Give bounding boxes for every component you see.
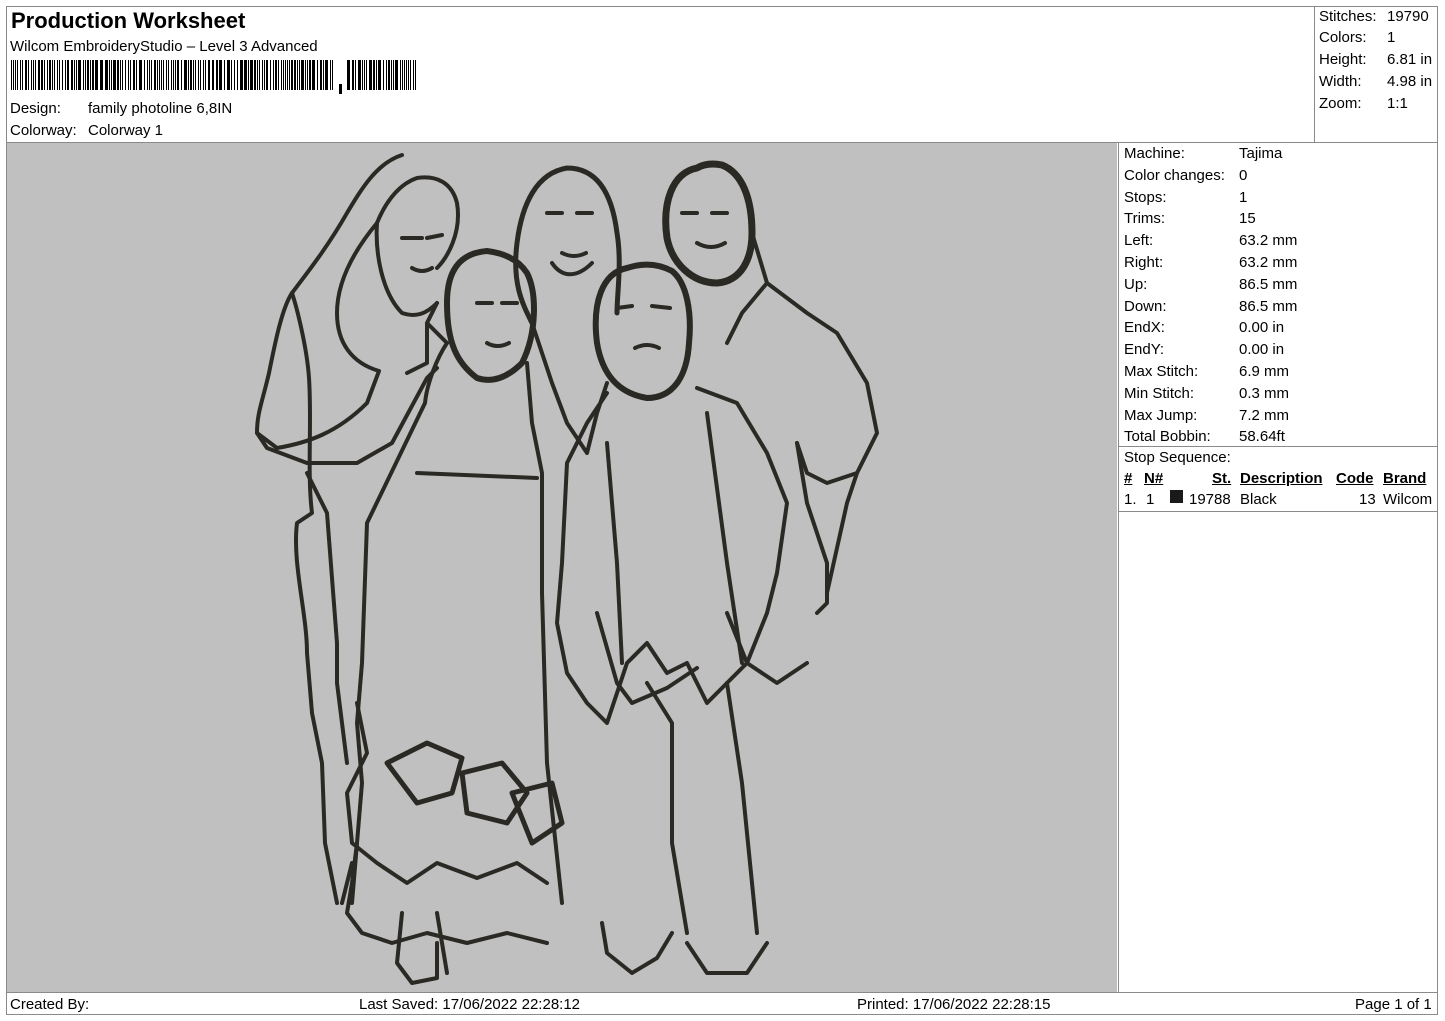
height-value: 6.81 in bbox=[1387, 51, 1433, 68]
design-preview bbox=[7, 143, 1117, 992]
up-label: Up: bbox=[1124, 275, 1148, 293]
left-value: 63.2 mm bbox=[1239, 232, 1298, 250]
endy-label: EndY: bbox=[1124, 341, 1165, 359]
max-stitch-label: Max Stitch: bbox=[1124, 363, 1199, 380]
embroidery-artwork bbox=[255, 153, 879, 985]
stitches-label: Stitches: bbox=[1319, 8, 1377, 25]
colors-label: Colors: bbox=[1319, 29, 1367, 46]
design-label: Design: bbox=[10, 100, 61, 117]
endx-value: 0.00 in bbox=[1239, 319, 1285, 337]
right-value: 63.2 mm bbox=[1239, 254, 1298, 271]
right-label: Right: bbox=[1124, 254, 1164, 271]
max-stitch-value: 6.9 mm bbox=[1239, 363, 1290, 380]
col-code: Code bbox=[1336, 470, 1374, 487]
down-label: Down: bbox=[1124, 297, 1167, 315]
created-by: Created By: bbox=[10, 996, 90, 1013]
stops-label: Stops: bbox=[1124, 188, 1167, 206]
figure-right-man bbox=[662, 160, 756, 287]
left-label: Left: bbox=[1124, 232, 1154, 250]
height-label: Height: bbox=[1319, 51, 1367, 68]
row-index: 1. bbox=[1124, 491, 1137, 508]
trims-label: Trims: bbox=[1124, 210, 1166, 228]
summary-divider bbox=[1314, 6, 1315, 143]
figure-boy bbox=[592, 261, 693, 401]
total-bobbin-value: 58.64ft bbox=[1239, 428, 1285, 446]
footer-divider bbox=[6, 992, 1438, 993]
row-stitches: 19788 bbox=[1189, 491, 1231, 508]
colorway-value: Colorway 1 bbox=[88, 122, 164, 139]
canvas-divider bbox=[1118, 142, 1119, 993]
figure-girl bbox=[444, 248, 537, 383]
thread-color-swatch bbox=[1170, 490, 1183, 503]
endx-label: EndX: bbox=[1124, 319, 1165, 337]
zoom-value: 1:1 bbox=[1387, 95, 1408, 112]
col-description: Description bbox=[1240, 470, 1323, 487]
endy-value: 0.00 in bbox=[1239, 341, 1285, 359]
width-label: Width: bbox=[1319, 73, 1362, 90]
sequence-divider bbox=[1118, 511, 1438, 512]
colors-value: 1 bbox=[1387, 29, 1396, 46]
col-brand: Brand bbox=[1383, 470, 1427, 487]
down-value: 86.5 mm bbox=[1239, 297, 1298, 315]
stats-divider bbox=[1118, 446, 1438, 447]
page-title: Production Worksheet bbox=[11, 8, 246, 33]
printed-date: Printed: 17/06/2022 22:28:15 bbox=[857, 996, 1051, 1013]
col-index: # bbox=[1124, 470, 1133, 487]
col-stitches: St. bbox=[1212, 470, 1232, 487]
colorway-label: Colorway: bbox=[10, 122, 77, 139]
design-value: family photoline 6,8IN bbox=[88, 100, 233, 117]
width-value: 4.98 in bbox=[1387, 73, 1433, 90]
row-code: 13 bbox=[1359, 491, 1376, 508]
page-number: Page 1 of 1 bbox=[1355, 996, 1432, 1013]
up-value: 86.5 mm bbox=[1239, 275, 1298, 293]
software-name: Wilcom EmbroideryStudio – Level 3 Advanc… bbox=[10, 38, 318, 55]
row-description: Black bbox=[1240, 491, 1277, 508]
last-saved: Last Saved: 17/06/2022 22:28:12 bbox=[359, 996, 581, 1013]
max-jump-label: Max Jump: bbox=[1124, 406, 1198, 424]
stops-value: 1 bbox=[1239, 188, 1248, 206]
trims-value: 15 bbox=[1239, 210, 1256, 228]
machine-label: Machine: bbox=[1124, 145, 1185, 162]
total-bobbin-label: Total Bobbin: bbox=[1124, 428, 1211, 446]
figure-left-woman bbox=[255, 153, 460, 450]
max-jump-value: 7.2 mm bbox=[1239, 406, 1290, 424]
stitches-value: 19790 bbox=[1387, 8, 1429, 25]
stop-sequence-label: Stop Sequence: bbox=[1124, 449, 1231, 466]
min-stitch-value: 0.3 mm bbox=[1239, 384, 1290, 402]
row-needle: 1 bbox=[1146, 491, 1155, 508]
color-changes-label: Color changes: bbox=[1124, 166, 1225, 184]
min-stitch-label: Min Stitch: bbox=[1124, 384, 1195, 402]
machine-value: Tajima bbox=[1239, 145, 1283, 162]
zoom-label: Zoom: bbox=[1319, 95, 1362, 112]
col-needle: N# bbox=[1144, 470, 1164, 487]
colorway-row: Colorway: Colorway 1 bbox=[10, 122, 163, 139]
barcode bbox=[11, 60, 416, 94]
row-brand: Wilcom bbox=[1383, 491, 1433, 508]
design-row: Design: family photoline 6,8IN bbox=[10, 100, 232, 117]
color-changes-value: 0 bbox=[1239, 166, 1248, 184]
